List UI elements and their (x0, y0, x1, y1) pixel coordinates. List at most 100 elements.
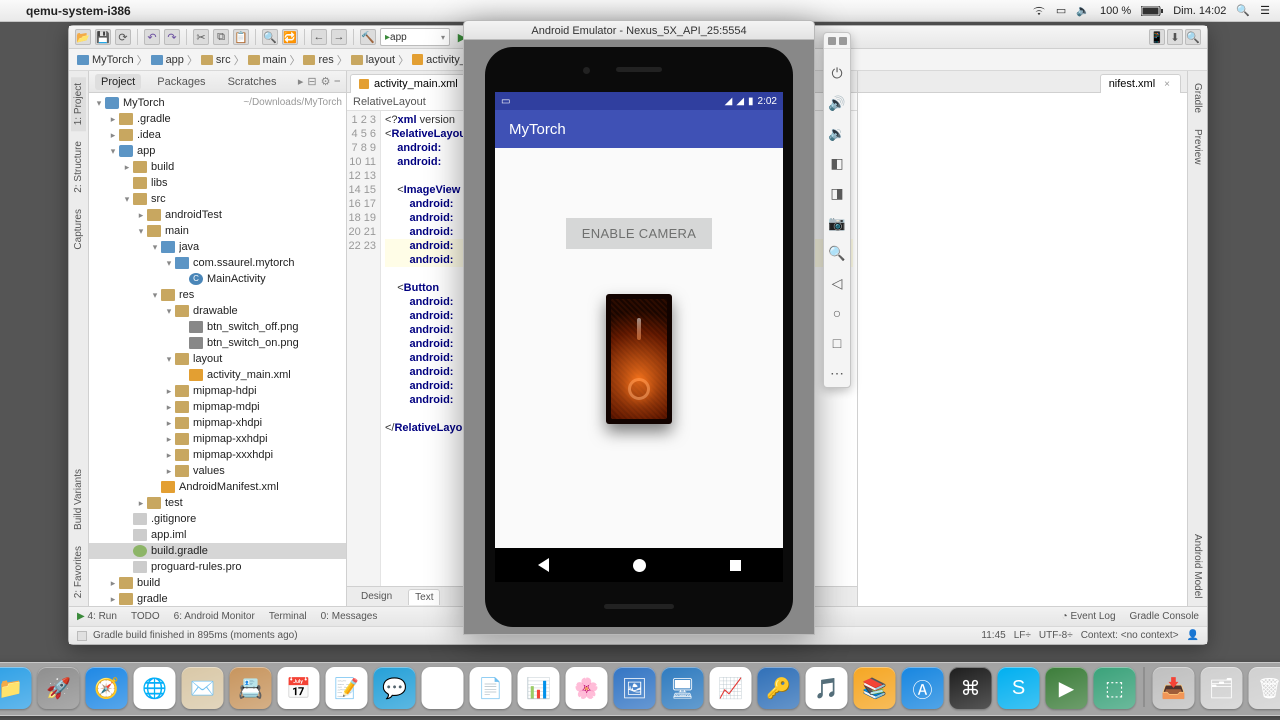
tree-node-drawable[interactable]: ▾drawable (89, 303, 346, 319)
find-icon[interactable]: 🔍 (262, 29, 278, 45)
tool-event-log[interactable]: ◔ Event Log (1062, 611, 1116, 622)
redo-icon[interactable]: ↷ (164, 29, 180, 45)
tree-node-btn-switch-on-png[interactable]: btn_switch_on.png (89, 335, 346, 351)
tab-design[interactable]: Design (355, 589, 398, 604)
tool-tab-android-model[interactable]: Android Model (1190, 528, 1205, 604)
tree-node-gradle[interactable]: ▸gradle (89, 591, 346, 606)
battery-icon[interactable] (1141, 6, 1163, 16)
dock-mail[interactable]: ✉️ (182, 667, 224, 709)
project-tab-scratches[interactable]: Scratches (222, 74, 283, 90)
breadcrumb-layout[interactable]: layout (351, 54, 395, 66)
sound-icon[interactable]: 🔈 (1076, 0, 1090, 22)
tree-node-mipmap-xxxhdpi[interactable]: ▸mipmap-xxxhdpi (89, 447, 346, 463)
nav-recents-button[interactable] (727, 557, 743, 573)
tool-todo[interactable]: TODO (131, 611, 160, 622)
tree-node-mipmap-mdpi[interactable]: ▸mipmap-mdpi (89, 399, 346, 415)
tree-node-libs[interactable]: libs (89, 175, 346, 191)
caret-position[interactable]: 11:45 (981, 630, 1005, 641)
breadcrumb-main[interactable]: main (248, 54, 287, 66)
tool-tab-gradle[interactable]: Gradle (1190, 77, 1205, 119)
nav-fwd-icon[interactable]: → (331, 29, 347, 45)
save-icon[interactable]: 💾 (95, 29, 111, 45)
hide-icon[interactable]: ⎯ (335, 75, 341, 88)
tab-text[interactable]: Text (408, 589, 440, 605)
dock-photos[interactable]: 🌸 (566, 667, 608, 709)
dock-safari[interactable]: 🧭 (86, 667, 128, 709)
tool-android-monitor[interactable]: 6: Android Monitor (174, 611, 255, 622)
volume-up-icon[interactable]: 🔊 (827, 93, 847, 113)
undo-icon[interactable]: ↶ (144, 29, 160, 45)
nav-back-icon[interactable]: ← (311, 29, 327, 45)
tree-node-mainactivity[interactable]: MainActivity (89, 271, 346, 287)
line-separator[interactable]: LF÷ (1014, 630, 1031, 641)
open-icon[interactable]: 📂 (75, 29, 91, 45)
dock-reminders[interactable]: ✓ (422, 667, 464, 709)
notification-center-icon[interactable]: ☰ (1260, 0, 1270, 22)
dock-ibooks[interactable]: 📚 (854, 667, 896, 709)
emulator-titlebar[interactable]: Android Emulator - Nexus_5X_API_25:5554 (463, 20, 815, 40)
dock-pages[interactable]: 📄 (470, 667, 512, 709)
tool-tab-captures[interactable]: Captures (71, 203, 86, 256)
file-encoding[interactable]: UTF-8÷ (1039, 630, 1073, 641)
copy-icon[interactable]: ⧉ (213, 29, 229, 45)
dock-calendar[interactable]: 📅 (278, 667, 320, 709)
gear-icon[interactable]: ⚙ (321, 75, 331, 88)
torch-switch-image[interactable] (606, 294, 672, 424)
sync-icon[interactable]: ⟳ (115, 29, 131, 45)
tree-node-build[interactable]: ▸build (89, 575, 346, 591)
tree-node-mipmap-xhdpi[interactable]: ▸mipmap-xhdpi (89, 415, 346, 431)
tree-node-mipmap-hdpi[interactable]: ▸mipmap-hdpi (89, 383, 346, 399)
recents-icon[interactable]: □ (827, 333, 847, 353)
spotlight-icon[interactable]: 🔍 (1236, 0, 1250, 22)
cut-icon[interactable]: ✂ (193, 29, 209, 45)
tool-tab-project[interactable]: 1: Project (71, 77, 86, 131)
tree-node-values[interactable]: ▸values (89, 463, 346, 479)
power-icon[interactable]: ⏻ (827, 63, 847, 83)
tool-run[interactable]: ▶ 4: Run (77, 611, 117, 622)
tree-node--idea[interactable]: ▸.idea (89, 127, 346, 143)
tree-node-mytorch[interactable]: ▾MyTorch~/Downloads/MyTorch (89, 95, 346, 111)
breadcrumb-app[interactable]: app (151, 54, 184, 66)
search-everywhere-icon[interactable]: 🔍 (1185, 29, 1201, 45)
dock-itunes[interactable]: 🎵 (806, 667, 848, 709)
volume-down-icon[interactable]: 🔉 (827, 123, 847, 143)
dock-keychain[interactable]: 🔑 (758, 667, 800, 709)
tree-node-res[interactable]: ▾res (89, 287, 346, 303)
paste-icon[interactable]: 📋 (233, 29, 249, 45)
dock-notes[interactable]: 📝 (326, 667, 368, 709)
breadcrumb-res[interactable]: res (303, 54, 333, 66)
menubar-clock[interactable]: Dim. 14:02 (1173, 0, 1226, 22)
tree-node-build-gradle[interactable]: build.gradle (89, 543, 346, 559)
tree-node-activity-main-xml[interactable]: activity_main.xml (89, 367, 346, 383)
rotate-right-icon[interactable]: ◨ (827, 183, 847, 203)
tool-gradle-console[interactable]: Gradle Console (1130, 611, 1199, 622)
editor-tab-manifest[interactable]: nifest.xml × (1100, 74, 1181, 93)
tree-node-layout[interactable]: ▾layout (89, 351, 346, 367)
tree-node-app-iml[interactable]: app.iml (89, 527, 346, 543)
chevron-right-icon[interactable]: ▸ (298, 75, 304, 88)
tree-node-src[interactable]: ▾src (89, 191, 346, 207)
dock-tool[interactable]: ⬚ (1094, 667, 1136, 709)
make-icon[interactable]: 🔨 (360, 29, 376, 45)
rotate-left-icon[interactable]: ◧ (827, 153, 847, 173)
tool-tab-favorites[interactable]: 2: Favorites (71, 540, 86, 604)
phone-screen[interactable]: ▭ ◢ ◢ ▮ 2:02 MyTorch ENABLE CAMERA (495, 92, 783, 582)
dock-keynote[interactable]: 🖥 (662, 667, 704, 709)
tree-node--gitignore[interactable]: .gitignore (89, 511, 346, 527)
collapse-icon[interactable]: ⊟ (307, 75, 316, 88)
home-icon[interactable]: ○ (827, 303, 847, 323)
dock-finder[interactable]: 📁 (0, 667, 32, 709)
tool-tab-build-variants[interactable]: Build Variants (71, 463, 86, 536)
dock-numbers[interactable]: 📊 (518, 667, 560, 709)
inspection-icon[interactable]: 👤 (1187, 630, 1199, 641)
back-icon[interactable]: ◁ (827, 273, 847, 293)
dock-contacts[interactable]: 📇 (230, 667, 272, 709)
emulator-toolbar-header[interactable] (824, 37, 850, 49)
dock-launchpad[interactable]: 🚀 (38, 667, 80, 709)
dock-trash[interactable]: 🗑 (1249, 667, 1280, 709)
dock-chrome[interactable]: 🌐 (134, 667, 176, 709)
tree-node-main[interactable]: ▾main (89, 223, 346, 239)
dock-terminal[interactable]: ⌘ (950, 667, 992, 709)
enable-camera-button[interactable]: ENABLE CAMERA (566, 218, 712, 249)
context-label[interactable]: Context: <no context> (1081, 630, 1179, 641)
